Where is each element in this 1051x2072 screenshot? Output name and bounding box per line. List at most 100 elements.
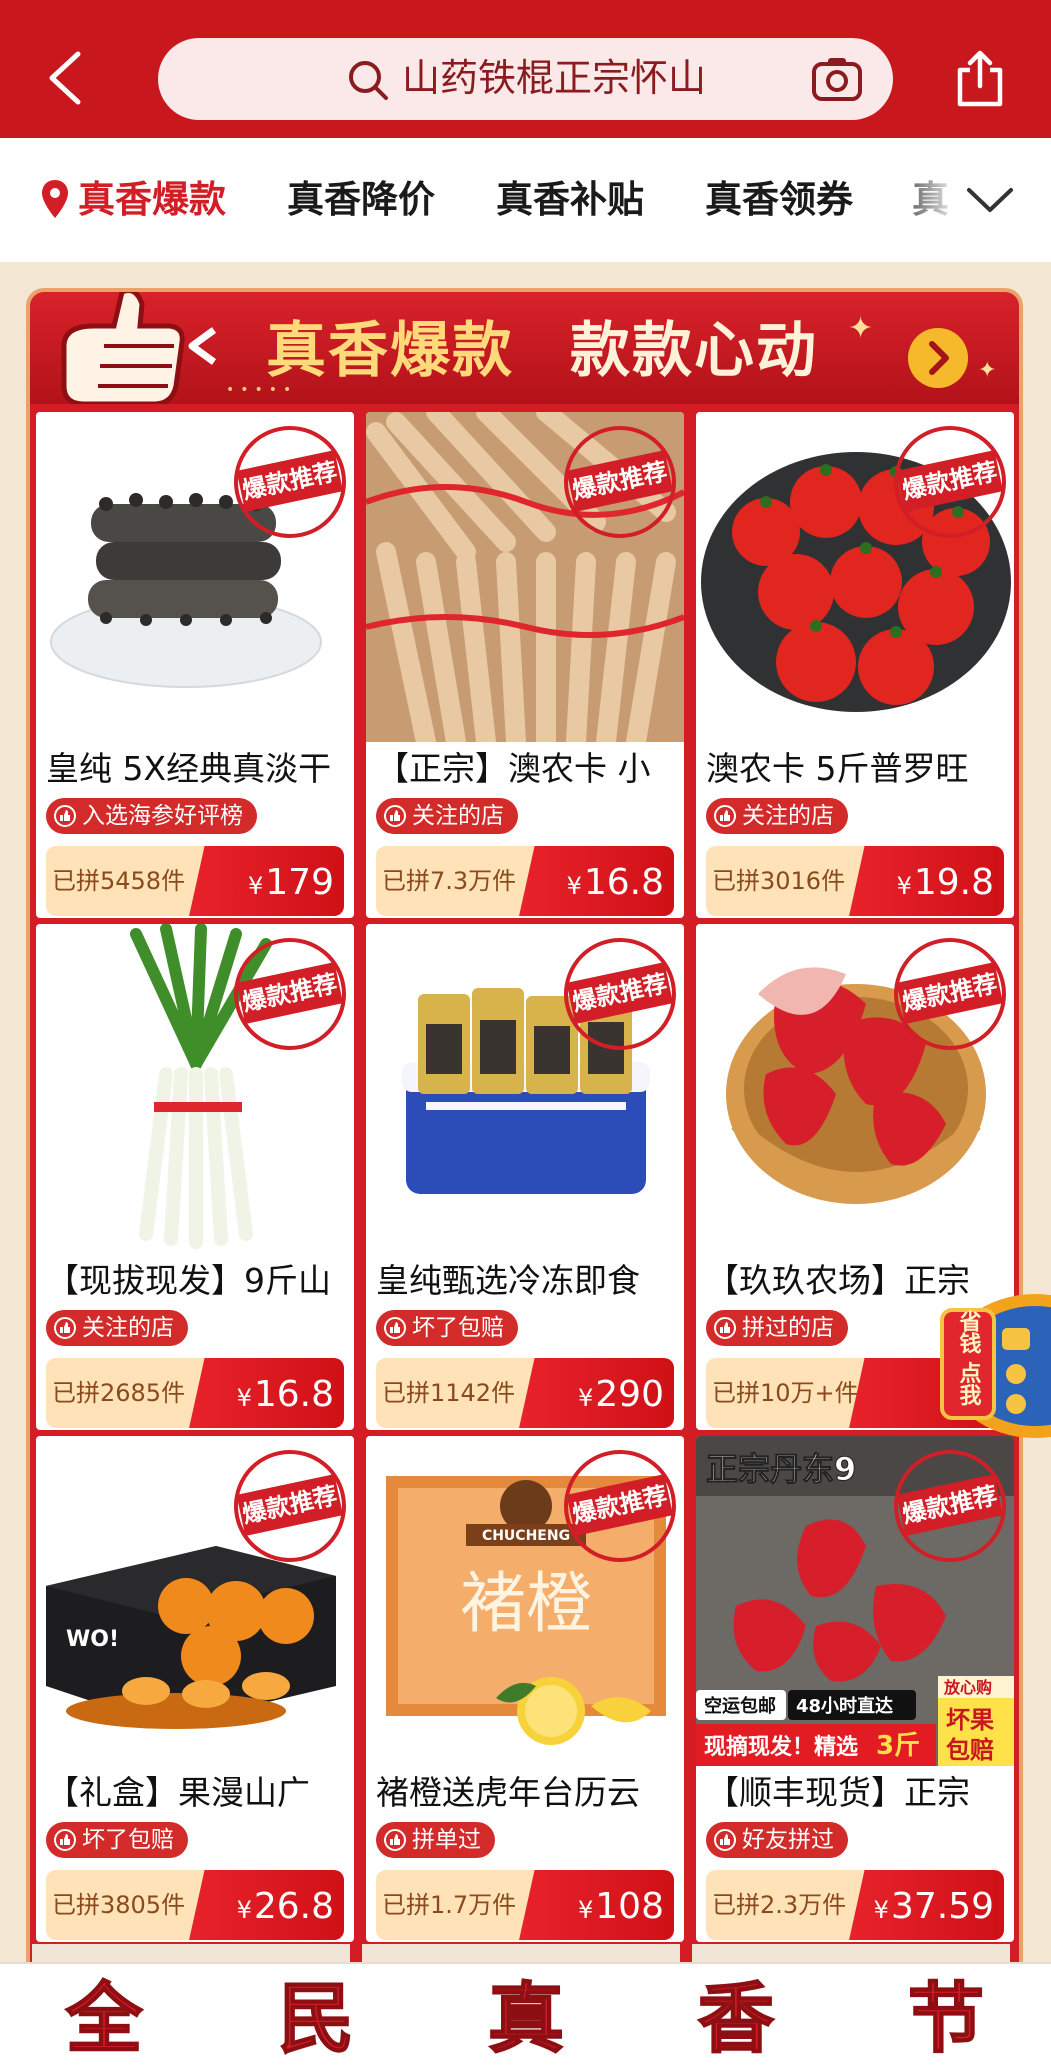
savings-floating-button[interactable]: 省钱 点我: [940, 1288, 1051, 1438]
product-card[interactable]: 爆款推荐 皇纯 5X经典真淡干 入选海参好评榜 已拼5458件 ¥179: [36, 412, 354, 918]
hot-recommend-stamp: 爆款推荐: [883, 1439, 1014, 1573]
thumbs-up-icon: [61, 292, 217, 404]
thumbs-up-small-icon: [54, 1317, 76, 1339]
thumbs-up-small-icon: [54, 1829, 76, 1851]
price-bar[interactable]: 已拼3805件 ¥26.8: [46, 1870, 344, 1940]
product-tag: 关注的店: [376, 798, 518, 834]
price: ¥290: [578, 1374, 664, 1415]
thumbs-up-small-icon: [384, 1317, 406, 1339]
svg-text:放心购: 放心购: [943, 1678, 992, 1697]
hot-recommend-stamp: 爆款推荐: [883, 927, 1014, 1061]
product-card[interactable]: 正宗丹东9 空运包邮 48小时直达 现摘现发！精选 3斤 放心购 坏果 包赔 爆…: [696, 1436, 1014, 1942]
top-bar: 山药铁棍正宗怀山: [0, 0, 1051, 138]
product-tag: 入选海参好评榜: [46, 798, 257, 834]
search-icon: [349, 61, 388, 100]
festival-char[interactable]: 民: [256, 1973, 376, 2072]
product-card[interactable]: 爆款推荐 【正宗】澳农卡 小 关注的店 已拼7.3万件 ¥16.8: [366, 412, 684, 918]
sold-count: 已拼2.3万件: [712, 1891, 847, 1919]
price-bar[interactable]: 已拼7.3万件 ¥16.8: [376, 846, 674, 916]
thumbs-up-small-icon: [714, 1829, 736, 1851]
product-card[interactable]: CHUCHENG 褚橙 爆款推荐 褚橙送虎年台历云 拼单过 已拼1.7万件 ¥1…: [366, 1436, 684, 1942]
thumbs-up-small-icon: [384, 1829, 406, 1851]
tab-zhenxiang-jiangjia[interactable]: 真香降价: [287, 174, 435, 226]
price-bar[interactable]: 已拼1142件 ¥290: [376, 1358, 674, 1428]
price: ¥19.8: [896, 862, 994, 903]
product-tag: 坏了包赔: [46, 1822, 188, 1858]
bottom-festival-bar: 全 民 真 香 节: [0, 1962, 1051, 2072]
svg-text:正宗丹东9: 正宗丹东9: [706, 1450, 856, 1488]
product-tag: 拼过的店: [706, 1310, 848, 1346]
thumbs-up-small-icon: [714, 1317, 736, 1339]
tab-zhenxiang-lingquan[interactable]: 真香领券: [705, 174, 853, 226]
product-card[interactable]: 爆款推荐 澳农卡 5斤普罗旺 关注的店 已拼3016件 ¥19.8: [696, 412, 1014, 918]
svg-text:省钱 点我: 省钱 点我: [956, 1310, 983, 1407]
festival-char[interactable]: 全: [44, 1973, 164, 2072]
location-pin-icon: [42, 180, 68, 218]
hot-recommend-stamp: 爆款推荐: [223, 415, 354, 549]
svg-text:空运包邮: 空运包邮: [704, 1695, 776, 1717]
sparkle-icon: ✦: [978, 358, 997, 383]
svg-text:现摘现发！精选: 现摘现发！精选: [704, 1734, 858, 1760]
svg-text:包赔: 包赔: [946, 1736, 994, 1764]
share-icon[interactable]: [952, 50, 1008, 108]
festival-char[interactable]: 真: [466, 1973, 586, 2072]
sold-count: 已拼5458件: [52, 867, 186, 895]
sold-count: 已拼3016件: [712, 867, 846, 895]
hot-recommend-stamp: 爆款推荐: [223, 1439, 354, 1573]
product-tag: 关注的店: [706, 798, 848, 834]
coin-icon: 省钱 点我: [940, 1294, 1051, 1438]
search-bar[interactable]: 山药铁棍正宗怀山: [158, 38, 893, 120]
product-tag: 坏了包赔: [376, 1310, 518, 1346]
price-bar[interactable]: 已拼2685件 ¥16.8: [46, 1358, 344, 1428]
product-tag: 关注的店: [46, 1310, 188, 1346]
chevron-down-icon[interactable]: [965, 180, 1015, 220]
sold-count: 已拼1142件: [382, 1379, 516, 1407]
sold-count: 已拼2685件: [52, 1379, 186, 1407]
price-bar[interactable]: 已拼1.7万件 ¥108: [376, 1870, 674, 1940]
product-title: 皇纯甄选冷冻即食: [376, 1261, 640, 1300]
price: ¥108: [578, 1886, 664, 1927]
camera-icon[interactable]: [811, 55, 863, 103]
price: ¥37.59: [873, 1886, 994, 1927]
festival-char[interactable]: 香: [676, 1973, 796, 2072]
product-title: 褚橙送虎年台历云: [376, 1773, 640, 1812]
arrow-right-icon[interactable]: [908, 328, 968, 388]
hot-recommend-stamp: 爆款推荐: [553, 1439, 684, 1573]
sold-count: 已拼3805件: [52, 1891, 186, 1919]
product-grid: 爆款推荐 皇纯 5X经典真淡干 入选海参好评榜 已拼5458件 ¥179 爆款推…: [26, 404, 1023, 1964]
svg-text:褚橙: 褚橙: [460, 1565, 592, 1642]
svg-text:WO!: WO!: [66, 1627, 119, 1652]
svg-text:CHUCHENG: CHUCHENG: [482, 1528, 570, 1544]
product-title: 【顺丰现货】正宗: [706, 1773, 970, 1812]
product-card[interactable]: WO! 爆款推荐 【礼盒】果漫山广 坏了包赔 已拼3805件 ¥26.8: [36, 1436, 354, 1942]
price: ¥179: [248, 862, 334, 903]
product-card[interactable]: 爆款推荐 【现拔现发】9斤山 关注的店 已拼2685件 ¥16.8: [36, 924, 354, 1430]
sold-count: 已拼1.7万件: [382, 1891, 517, 1919]
chevron-left-icon[interactable]: [40, 48, 90, 108]
svg-text:48小时直达: 48小时直达: [796, 1695, 893, 1717]
hot-recommend-stamp: 爆款推荐: [553, 927, 684, 1061]
category-tabs: 真香爆款 真香降价 真香补贴 真香领券 真: [0, 138, 1051, 262]
sold-count: 已拼7.3万件: [382, 867, 517, 895]
tab-zhenxiang-baokuan[interactable]: 真香爆款: [78, 174, 226, 226]
festival-char[interactable]: 节: [886, 1973, 1006, 2072]
product-title: 澳农卡 5斤普罗旺: [706, 749, 969, 788]
product-title: 皇纯 5X经典真淡干: [46, 749, 332, 788]
sold-count: 已拼10万+件: [712, 1379, 859, 1407]
price-bar[interactable]: 已拼5458件 ¥179: [46, 846, 344, 916]
product-title: 【礼盒】果漫山广: [46, 1773, 310, 1812]
price-bar[interactable]: 已拼2.3万件 ¥37.59: [706, 1870, 1004, 1940]
search-query: 山药铁棍正宗怀山: [402, 56, 707, 100]
promo-banner[interactable]: ••••• 真香爆款 款款心动 ✦ ✦: [26, 288, 1023, 404]
svg-text:坏果: 坏果: [946, 1706, 994, 1734]
product-tag: 拼单过: [376, 1822, 495, 1858]
price: ¥16.8: [236, 1374, 334, 1415]
product-card[interactable]: 爆款推荐 皇纯甄选冷冻即食 坏了包赔 已拼1142件 ¥290: [366, 924, 684, 1430]
price-bar[interactable]: 已拼3016件 ¥19.8: [706, 846, 1004, 916]
product-title: 【正宗】澳农卡 小: [376, 749, 651, 788]
tab-zhenxiang-butie[interactable]: 真香补贴: [496, 174, 644, 226]
price: ¥26.8: [236, 1886, 334, 1927]
sparkle-icon: ✦: [848, 311, 874, 346]
hot-recommend-stamp: 爆款推荐: [553, 415, 684, 549]
product-tag: 好友拼过: [706, 1822, 848, 1858]
